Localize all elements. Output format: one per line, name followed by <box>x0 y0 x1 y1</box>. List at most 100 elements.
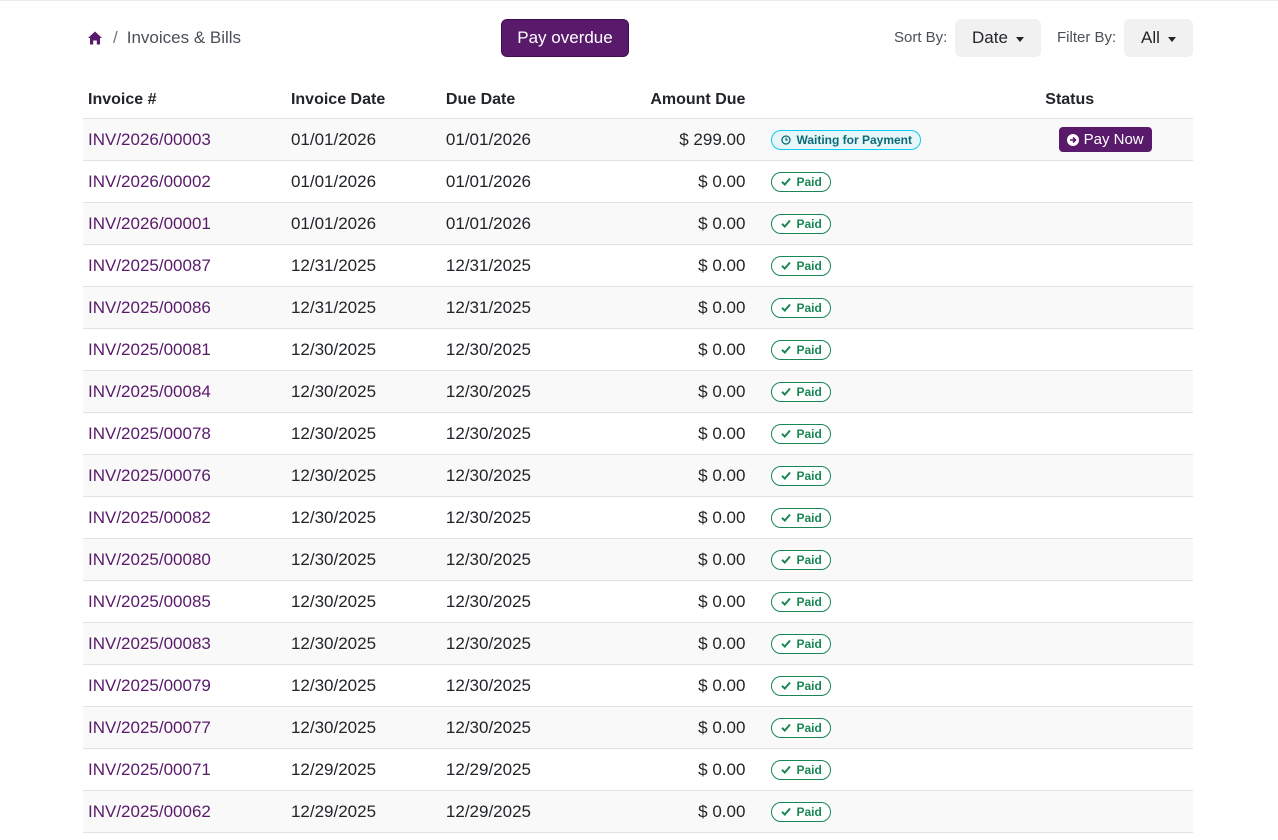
status-badge-label: Paid <box>796 384 822 399</box>
status-action-cell <box>1017 496 1193 539</box>
due-date-cell: 01/01/2026 <box>440 118 586 161</box>
badge-cell: Paid <box>750 160 1018 203</box>
status-action-cell <box>1017 706 1193 749</box>
invoice-link[interactable]: INV/2025/00086 <box>88 298 211 317</box>
col-invoice-number[interactable]: Invoice # <box>83 82 286 119</box>
table-row[interactable]: INV/2025/00083 12/30/2025 12/30/2025 $ 0.00… <box>83 622 1193 665</box>
table-row[interactable]: INV/2025/00086 12/31/2025 12/31/2025 $ 0.00… <box>83 286 1193 329</box>
invoice-link[interactable]: INV/2026/00002 <box>88 172 211 191</box>
status-badge: Paid <box>771 717 831 738</box>
invoice-link[interactable]: INV/2025/00083 <box>88 634 211 653</box>
table-row[interactable]: INV/2025/00071 12/29/2025 12/29/2025 $ 0.00… <box>83 748 1193 791</box>
badge-cell: Paid <box>750 328 1018 371</box>
due-date-cell: 01/01/2026 <box>440 160 586 203</box>
invoice-date-cell: 12/30/2025 <box>285 496 441 539</box>
due-date-cell: 12/29/2025 <box>440 790 586 833</box>
col-status[interactable]: Status <box>1017 82 1193 119</box>
invoice-date-cell: 12/30/2025 <box>285 370 441 413</box>
col-amount-due[interactable]: Amount Due <box>585 82 751 119</box>
pay-now-label: Pay Now <box>1083 131 1144 148</box>
table-row[interactable]: INV/2025/00080 12/30/2025 12/30/2025 $ 0.00… <box>83 538 1193 581</box>
status-badge: Paid <box>771 675 831 696</box>
due-date-cell: 12/29/2025 <box>440 748 586 791</box>
status-badge-label: Paid <box>796 510 822 525</box>
status-badge-label: Paid <box>796 426 822 441</box>
table-row[interactable]: INV/2025/00078 12/30/2025 12/30/2025 $ 0.00… <box>83 412 1193 455</box>
status-badge: Paid <box>771 591 831 612</box>
invoice-link[interactable]: INV/2025/00076 <box>88 466 211 485</box>
filter-by-value: All <box>1141 28 1160 47</box>
invoices-page: / Invoices & Bills Pay overdue Sort By: … <box>83 0 1193 833</box>
badge-cell: Waiting for Payment <box>750 118 1018 161</box>
status-badge: Paid <box>771 423 831 444</box>
sort-by-dropdown[interactable]: Date <box>955 19 1041 57</box>
table-row[interactable]: INV/2025/00076 12/30/2025 12/30/2025 $ 0.00… <box>83 454 1193 497</box>
check-icon <box>781 514 792 523</box>
invoice-link[interactable]: INV/2025/00071 <box>88 760 211 779</box>
invoice-link[interactable]: INV/2025/00087 <box>88 256 211 275</box>
invoice-number-cell: INV/2025/00081 <box>83 328 286 371</box>
breadcrumb: / Invoices & Bills <box>87 28 241 48</box>
invoice-link[interactable]: INV/2025/00078 <box>88 424 211 443</box>
table-row[interactable]: INV/2026/00003 01/01/2026 01/01/2026 $ 299.… <box>83 118 1193 161</box>
invoice-date-cell: 12/30/2025 <box>285 538 441 581</box>
check-icon <box>781 724 792 733</box>
invoice-number-cell: INV/2025/00076 <box>83 454 286 497</box>
invoice-link[interactable]: INV/2026/00001 <box>88 214 211 233</box>
table-row[interactable]: INV/2025/00081 12/30/2025 12/30/2025 $ 0.00… <box>83 328 1193 371</box>
table-row[interactable]: INV/2025/00087 12/31/2025 12/31/2025 $ 0.00… <box>83 244 1193 287</box>
amount-due-cell: $ 0.00 <box>585 160 751 203</box>
invoice-link[interactable]: INV/2025/00082 <box>88 508 211 527</box>
amount-due-cell: $ 0.00 <box>585 748 751 791</box>
status-action-cell <box>1017 412 1193 455</box>
amount-due-cell: $ 0.00 <box>585 244 751 287</box>
table-row[interactable]: INV/2026/00002 01/01/2026 01/01/2026 $ 0.00… <box>83 160 1193 203</box>
invoice-number-cell: INV/2026/00003 <box>83 118 286 161</box>
col-due-date[interactable]: Due Date <box>440 82 586 119</box>
invoice-number-cell: INV/2025/00079 <box>83 664 286 707</box>
table-row[interactable]: INV/2025/00079 12/30/2025 12/30/2025 $ 0.00… <box>83 664 1193 707</box>
invoice-date-cell: 12/29/2025 <box>285 748 441 791</box>
invoice-link[interactable]: INV/2025/00079 <box>88 676 211 695</box>
invoice-link[interactable]: INV/2025/00085 <box>88 592 211 611</box>
status-badge-label: Paid <box>796 636 822 651</box>
due-date-cell: 12/31/2025 <box>440 244 586 287</box>
badge-cell: Paid <box>750 370 1018 413</box>
filter-by-dropdown[interactable]: All <box>1124 19 1193 57</box>
due-date-cell: 12/30/2025 <box>440 664 586 707</box>
check-icon <box>781 766 792 775</box>
invoice-number-cell: INV/2025/00086 <box>83 286 286 329</box>
invoice-date-cell: 12/30/2025 <box>285 412 441 455</box>
badge-cell: Paid <box>750 622 1018 665</box>
status-action-cell <box>1017 580 1193 623</box>
invoice-link[interactable]: INV/2025/00081 <box>88 340 211 359</box>
invoice-number-cell: INV/2026/00001 <box>83 202 286 245</box>
status-badge-label: Paid <box>796 300 822 315</box>
invoice-link[interactable]: INV/2025/00080 <box>88 550 211 569</box>
invoice-link[interactable]: INV/2025/00077 <box>88 718 211 737</box>
status-badge: Paid <box>771 633 831 654</box>
status-action-cell <box>1017 160 1193 203</box>
badge-cell: Paid <box>750 580 1018 623</box>
col-invoice-date[interactable]: Invoice Date <box>285 82 441 119</box>
invoice-link[interactable]: INV/2025/00062 <box>88 802 211 821</box>
pay-now-button[interactable]: Pay Now <box>1058 127 1152 152</box>
table-row[interactable]: INV/2025/00084 12/30/2025 12/30/2025 $ 0.00… <box>83 370 1193 413</box>
invoice-date-cell: 12/30/2025 <box>285 664 441 707</box>
due-date-cell: 12/30/2025 <box>440 706 586 749</box>
table-row[interactable]: INV/2025/00077 12/30/2025 12/30/2025 $ 0.00… <box>83 706 1193 749</box>
invoice-link[interactable]: INV/2025/00084 <box>88 382 211 401</box>
table-row[interactable]: INV/2025/00062 12/29/2025 12/29/2025 $ 0.00… <box>83 790 1193 833</box>
table-row[interactable]: INV/2026/00001 01/01/2026 01/01/2026 $ 0.00… <box>83 202 1193 245</box>
home-icon[interactable] <box>87 30 103 46</box>
sort-by-value: Date <box>972 28 1008 47</box>
table-row[interactable]: INV/2025/00085 12/30/2025 12/30/2025 $ 0.00… <box>83 580 1193 623</box>
pay-overdue-button[interactable]: Pay overdue <box>501 19 629 57</box>
badge-cell: Paid <box>750 664 1018 707</box>
invoice-link[interactable]: INV/2026/00003 <box>88 130 211 149</box>
table-row[interactable]: INV/2025/00082 12/30/2025 12/30/2025 $ 0.00… <box>83 496 1193 539</box>
table-header-row: Invoice # Invoice Date Due Date Amount D… <box>83 82 1193 119</box>
check-icon <box>781 178 792 187</box>
status-badge-label: Paid <box>796 552 822 567</box>
check-icon <box>781 808 792 817</box>
